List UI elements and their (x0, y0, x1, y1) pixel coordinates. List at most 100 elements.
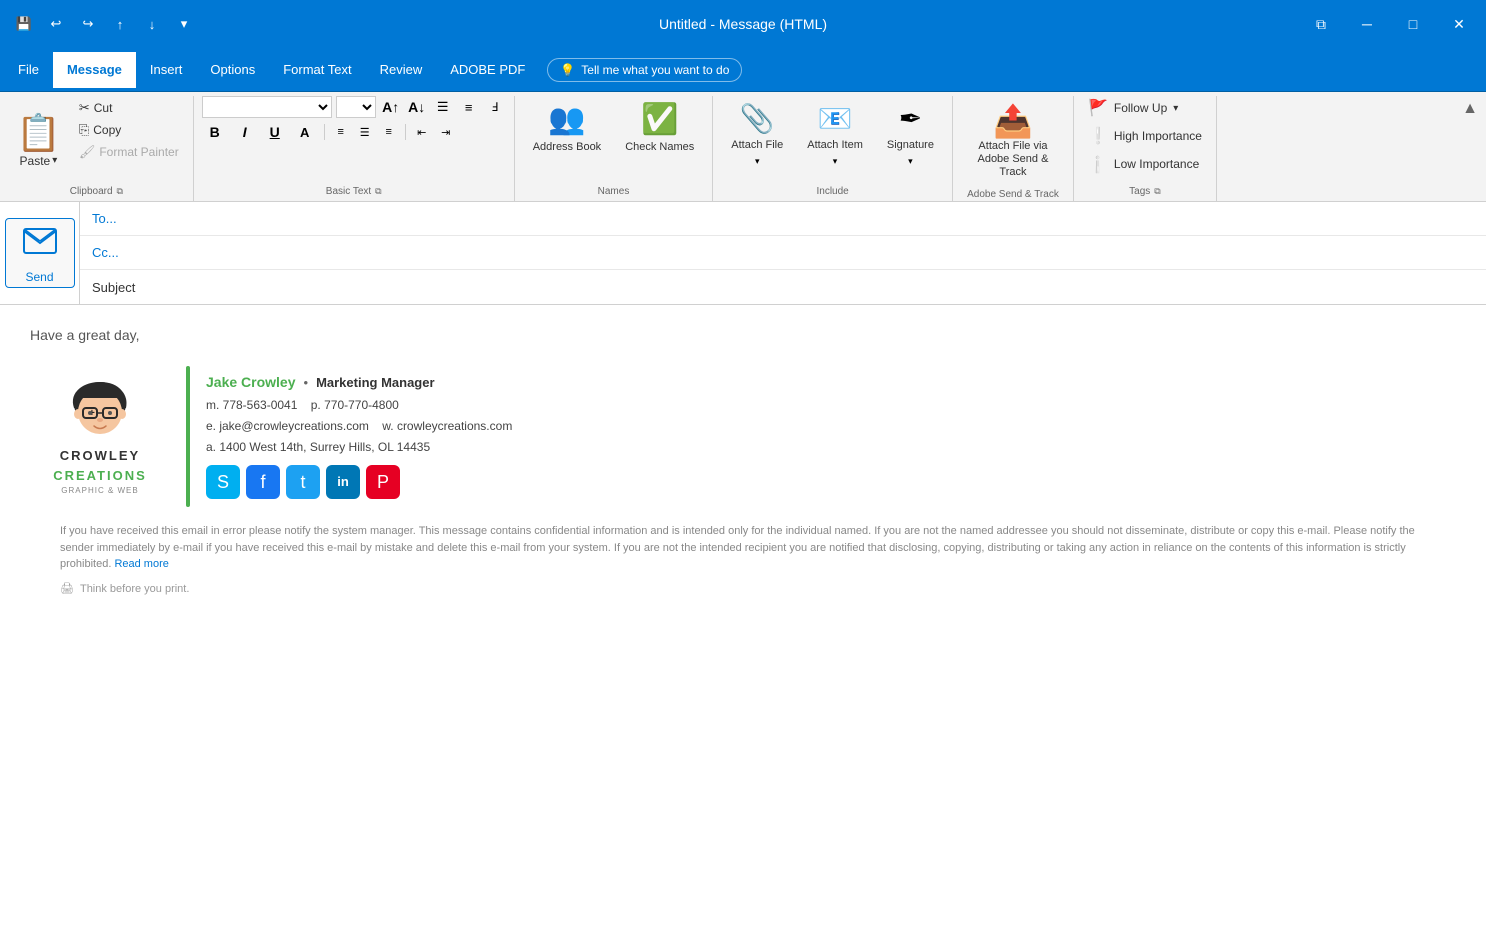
adobe-attach-button[interactable]: 📤 Attach File via Adobe Send & Track (961, 96, 1065, 186)
pinterest-icon[interactable]: P (366, 465, 400, 499)
sig-separator: • (304, 373, 309, 393)
down-icon[interactable]: ↓ (140, 12, 164, 36)
menu-format-text[interactable]: Format Text (269, 52, 365, 88)
copy-button[interactable]: ⎘ Copy (73, 120, 185, 140)
paste-label: Paste (20, 154, 51, 168)
twitter-icon[interactable]: t (286, 465, 320, 499)
high-importance-icon: ❕ (1088, 126, 1108, 146)
check-names-button[interactable]: ✅ Check Names (615, 96, 704, 160)
tags-buttons: 🚩 Follow Up ▾ ❕ High Importance ❕ Low Im… (1082, 96, 1208, 176)
check-names-icon: ✅ (641, 102, 678, 137)
tags-expand-icon[interactable]: ⧉ (1154, 186, 1160, 197)
align-center-button[interactable]: ☰ (355, 122, 375, 142)
ribbon-group-adobe: 📤 Attach File via Adobe Send & Track Ado… (953, 96, 1074, 201)
read-more-link[interactable]: Read more (114, 558, 168, 570)
underline-button[interactable]: U (262, 120, 288, 144)
clipboard-content: 📋 Paste ▾ ✂ Cut ⎘ Copy 🖌 Format Painter (8, 96, 185, 183)
clear-format-button[interactable]: Ⅎ (484, 96, 506, 118)
to-input[interactable] (160, 207, 1486, 230)
follow-up-button[interactable]: 🚩 Follow Up ▾ (1082, 96, 1208, 120)
menu-message[interactable]: Message (53, 52, 136, 88)
tell-me-input[interactable]: 💡 Tell me what you want to do (547, 58, 742, 82)
subject-input[interactable] (160, 276, 1486, 299)
customize-icon[interactable]: ▾ (172, 12, 196, 36)
attach-item-button[interactable]: 📧 Attach Item ▾ (797, 96, 873, 173)
paste-button[interactable]: 📋 Paste ▾ (8, 96, 69, 183)
menu-insert[interactable]: Insert (136, 52, 197, 88)
clipboard-small-buttons: ✂ Cut ⎘ Copy 🖌 Format Painter (73, 96, 185, 183)
basic-text-expand-icon[interactable]: ⧉ (375, 186, 381, 197)
ribbon-group-names: 👥 Address Book ✅ Check Names Names (515, 96, 714, 201)
ribbon-collapse-button[interactable]: ▲ (1454, 96, 1486, 201)
skype-icon[interactable]: S (206, 465, 240, 499)
facebook-icon[interactable]: f (246, 465, 280, 499)
decrease-font-button[interactable]: A↓ (406, 96, 428, 118)
address-book-button[interactable]: 👥 Address Book (523, 96, 611, 160)
menu-adobe-pdf[interactable]: ADOBE PDF (436, 52, 539, 88)
compose-header: Send To... Cc... Subject (0, 202, 1486, 305)
align-left-button[interactable]: ≡ (331, 122, 351, 142)
cut-button[interactable]: ✂ Cut (73, 98, 185, 118)
attach-file-button[interactable]: 📎 Attach File ▾ (721, 96, 793, 173)
email-body[interactable]: Have a great day, (0, 305, 1486, 633)
ribbon-group-tags: 🚩 Follow Up ▾ ❕ High Importance ❕ Low Im… (1074, 96, 1217, 201)
menu-file[interactable]: File (4, 52, 53, 88)
signature-button[interactable]: ✒ Signature ▾ (877, 96, 944, 173)
to-label[interactable]: To... (80, 211, 160, 226)
decrease-indent-button[interactable]: ⇤ (412, 122, 432, 142)
names-group-label: Names (523, 183, 705, 201)
ribbon-group-include: 📎 Attach File ▾ 📧 Attach Item ▾ ✒ Signat… (713, 96, 953, 201)
restore-button[interactable]: ⧉ (1306, 9, 1336, 39)
linkedin-icon[interactable]: in (326, 465, 360, 499)
attach-file-icon: 📎 (740, 102, 775, 135)
menu-options[interactable]: Options (196, 52, 269, 88)
clipboard-expand-icon[interactable]: ⧉ (117, 186, 123, 197)
attach-file-dropdown[interactable]: ▾ (755, 156, 760, 167)
signature-logo: + CROWLEY (30, 366, 170, 507)
signature-icon: ✒ (899, 102, 922, 135)
list-bullet-button[interactable]: ☰ (432, 96, 454, 118)
up-icon[interactable]: ↑ (108, 12, 132, 36)
adobe-group-label: Adobe Send & Track (961, 186, 1065, 204)
format-painter-icon: 🖌 (79, 144, 96, 160)
attach-item-dropdown[interactable]: ▾ (833, 156, 838, 167)
bold-button[interactable]: B (202, 120, 228, 144)
maximize-button[interactable]: □ (1398, 9, 1428, 39)
window-controls: ⧉ ─ □ ✕ (1306, 9, 1474, 39)
list-number-button[interactable]: ≡ (458, 96, 480, 118)
send-label: Send (25, 270, 53, 284)
font-size-selector[interactable] (336, 96, 376, 118)
cc-input[interactable] (160, 241, 1486, 264)
increase-indent-button[interactable]: ⇥ (436, 122, 456, 142)
font-color-button[interactable]: A (292, 120, 318, 144)
minimize-button[interactable]: ─ (1352, 9, 1382, 39)
disclaimer-text: If you have received this email in error… (30, 507, 1456, 573)
italic-button[interactable]: I (232, 120, 258, 144)
follow-up-dropdown[interactable]: ▾ (1173, 103, 1178, 114)
paste-dropdown-icon: ▾ (52, 155, 57, 166)
paste-icon: 📋 (16, 112, 61, 154)
menu-review[interactable]: Review (366, 52, 437, 88)
save-icon[interactable]: 💾 (12, 12, 36, 36)
align-right-button[interactable]: ≡ (379, 122, 399, 142)
separator (324, 124, 325, 140)
font-family-selector[interactable] (202, 96, 332, 118)
signature-dropdown[interactable]: ▾ (908, 156, 913, 167)
tags-group-label: Tags ⧉ (1082, 183, 1208, 201)
redo-icon[interactable]: ↪ (76, 12, 100, 36)
high-importance-button[interactable]: ❕ High Importance (1082, 124, 1208, 148)
close-button[interactable]: ✕ (1444, 9, 1474, 39)
separator2 (405, 124, 406, 140)
format-painter-button[interactable]: 🖌 Format Painter (73, 142, 185, 162)
increase-font-button[interactable]: A↑ (380, 96, 402, 118)
lightbulb-icon: 💡 (560, 63, 575, 77)
adobe-button-label: Attach File via Adobe Send & Track (973, 140, 1053, 180)
sig-name: Jake Crowley (206, 372, 296, 393)
send-icon (22, 223, 58, 266)
low-importance-button[interactable]: ❕ Low Importance (1082, 152, 1208, 176)
sig-phone-line: m. 778-563-0041 p. 770-770-4800 (206, 396, 512, 414)
undo-icon[interactable]: ↩ (44, 12, 68, 36)
send-button[interactable]: Send (5, 218, 75, 288)
ribbon-group-basic-text: A↑ A↓ ☰ ≡ Ⅎ B I U A ≡ ☰ ≡ ⇤ ⇥ Basic Text (194, 96, 515, 201)
cc-label[interactable]: Cc... (80, 245, 160, 260)
